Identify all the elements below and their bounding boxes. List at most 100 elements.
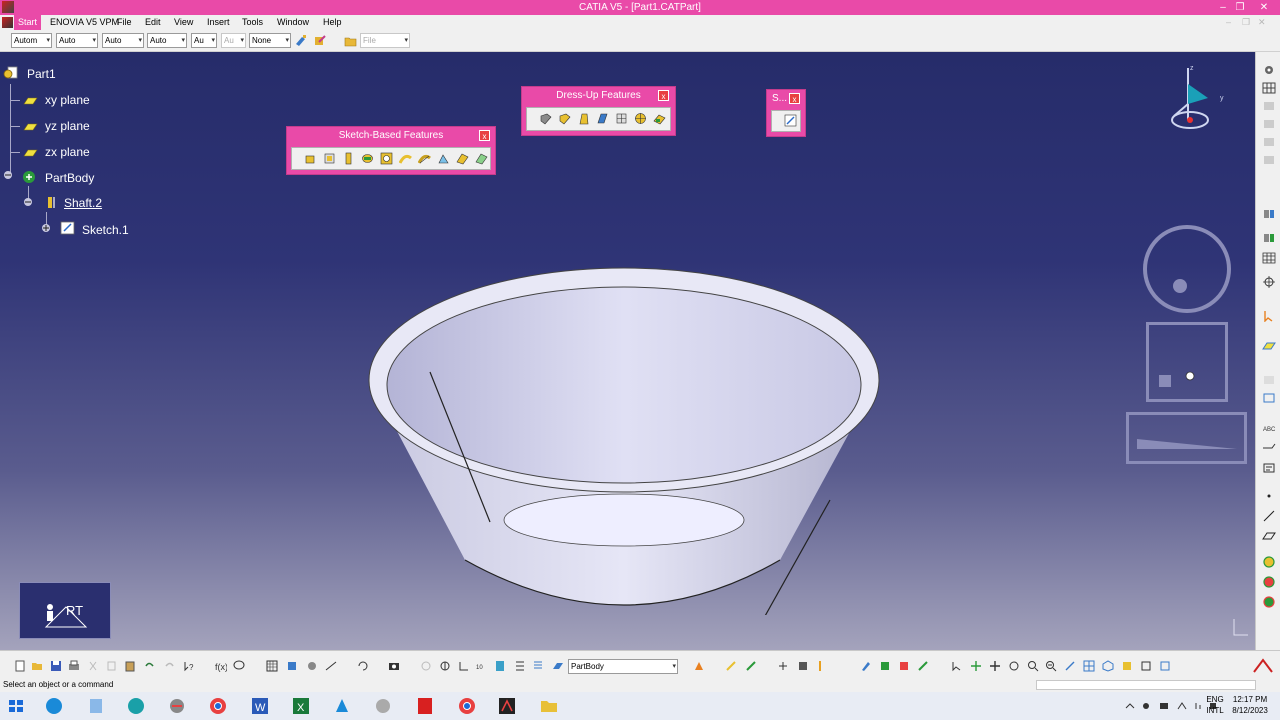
format-painter-icon[interactable] <box>294 34 308 48</box>
open-file-icon[interactable] <box>31 660 43 672</box>
hide-show-icon[interactable] <box>797 660 809 672</box>
text-icon[interactable] <box>1262 462 1276 474</box>
table-icon[interactable] <box>266 660 278 672</box>
menu-help[interactable]: Help <box>319 15 346 30</box>
whats-this-icon[interactable]: ? <box>183 660 195 672</box>
layer-combo[interactable]: None ▾ <box>249 33 291 48</box>
zoom-in-icon[interactable] <box>1027 660 1039 672</box>
menu-edit[interactable]: Edit <box>141 15 165 30</box>
camera-icon[interactable] <box>388 660 400 672</box>
fit-all-icon[interactable] <box>777 660 789 672</box>
publication-icon[interactable] <box>693 660 705 672</box>
snap-icon[interactable] <box>1262 276 1276 288</box>
doc-close-button[interactable]: ✕ <box>1258 15 1266 30</box>
shading-icon[interactable] <box>1121 660 1133 672</box>
grid-sheet-icon[interactable] <box>514 660 526 672</box>
expand-icon[interactable] <box>41 223 51 233</box>
normal-view-icon[interactable] <box>1064 660 1076 672</box>
sphere-icon[interactable] <box>1262 556 1276 568</box>
axis-icon[interactable] <box>458 660 470 672</box>
catia-taskbar-icon[interactable] <box>497 696 517 716</box>
plane-tool-icon[interactable] <box>1262 340 1276 352</box>
menu-insert[interactable]: Insert <box>203 15 234 30</box>
pad-icon[interactable] <box>304 152 317 165</box>
close-icon[interactable]: x <box>658 90 669 101</box>
save-icon[interactable] <box>50 660 62 672</box>
pan-icon[interactable] <box>989 660 1001 672</box>
menu-start[interactable]: Start <box>14 15 42 30</box>
tree-yz-plane[interactable]: yz plane <box>45 119 90 133</box>
constraint-icon[interactable] <box>1262 208 1276 220</box>
stiffener-icon[interactable] <box>437 152 450 165</box>
print-icon[interactable] <box>68 660 80 672</box>
chrome-icon[interactable] <box>208 696 228 716</box>
sketcher-icon[interactable] <box>725 660 737 672</box>
3d-part-model[interactable] <box>360 260 890 615</box>
sketch-based-features-panel[interactable]: Sketch-Based Features x <box>286 126 496 175</box>
edge-browser-icon[interactable] <box>44 696 64 716</box>
plane-outline-icon[interactable] <box>1262 530 1276 542</box>
tree-partbody[interactable]: PartBody <box>45 171 94 185</box>
slot-icon[interactable] <box>418 152 431 165</box>
groove-icon[interactable] <box>361 152 374 165</box>
doc-restore-button[interactable]: ❐ <box>1242 15 1250 30</box>
constraint-icon[interactable] <box>1262 232 1276 244</box>
keyboard-language[interactable]: ENG INTL <box>1204 694 1226 716</box>
pan-nav-control[interactable] <box>1146 322 1228 402</box>
numeric-icon[interactable]: 10 <box>476 660 488 672</box>
paste-icon[interactable] <box>124 660 136 672</box>
point-icon[interactable] <box>1262 490 1276 502</box>
restore-button[interactable]: ❐ <box>1231 0 1249 15</box>
3d-viewport[interactable]: Part1 xy plane yz plane zx plane PartBod… <box>0 52 1255 650</box>
new-file-icon[interactable] <box>14 660 26 672</box>
catia-app-icon[interactable] <box>167 696 187 716</box>
graphic-properties-icon[interactable] <box>313 34 327 48</box>
hide-icon[interactable] <box>1140 660 1152 672</box>
thickness-icon[interactable] <box>615 112 628 125</box>
folder-icon[interactable] <box>539 696 559 716</box>
list-icon[interactable] <box>532 660 544 672</box>
doc-minimize-button[interactable]: – <box>1226 15 1231 30</box>
sketch-tool-icon[interactable] <box>784 114 797 127</box>
minimize-button[interactable]: – <box>1214 0 1232 15</box>
tree-shaft2[interactable]: Shaft.2 <box>64 196 102 210</box>
fit-icon[interactable] <box>970 660 982 672</box>
knowledge-icon[interactable] <box>745 660 757 672</box>
pen-tool-icon[interactable] <box>860 660 872 672</box>
update-icon[interactable] <box>357 660 369 672</box>
chrome-icon[interactable] <box>457 696 477 716</box>
close-icon[interactable]: x <box>479 130 490 141</box>
grid-icon[interactable] <box>1262 82 1276 94</box>
sheet-icon[interactable] <box>494 660 506 672</box>
rotate-nav-control[interactable] <box>1143 225 1231 313</box>
catalog-icon[interactable] <box>286 660 298 672</box>
tree-xy-plane[interactable]: xy plane <box>45 93 90 107</box>
line-thickness-combo[interactable]: Auto ▾ <box>102 33 144 48</box>
tree-part1[interactable]: Part1 <box>27 67 56 81</box>
line-icon[interactable] <box>1262 510 1276 522</box>
boolean-icon[interactable] <box>1262 576 1276 588</box>
line-type-combo[interactable]: Auto ▾ <box>147 33 187 48</box>
swap-visible-icon[interactable] <box>814 660 826 672</box>
compass-icon[interactable]: z y <box>1162 62 1234 134</box>
sketcher-panel[interactable]: S... x <box>766 89 806 137</box>
tree-zx-plane[interactable]: zx plane <box>45 145 90 159</box>
color-combo[interactable]: Autom ▾ <box>11 33 52 48</box>
transparency-combo[interactable]: Auto ▾ <box>56 33 98 48</box>
close-icon[interactable]: x <box>789 93 800 104</box>
collapse-icon[interactable] <box>23 197 33 207</box>
swap-space-icon[interactable] <box>1159 660 1171 672</box>
app-menu-icon[interactable] <box>2 17 13 28</box>
edge-icon[interactable] <box>126 696 146 716</box>
rotate-icon[interactable] <box>439 660 451 672</box>
shaft-tool-icon[interactable] <box>342 152 355 165</box>
draft-icon[interactable] <box>577 112 590 125</box>
dress-up-features-panel[interactable]: Dress-Up Features x <box>521 86 676 136</box>
paint-icon[interactable] <box>898 660 910 672</box>
part-icon[interactable] <box>2 66 18 80</box>
point-type-combo[interactable]: Au ▾ <box>191 33 217 48</box>
menu-file[interactable]: File <box>113 15 136 30</box>
menu-enovia[interactable]: ENOVIA V5 VPM <box>46 15 123 30</box>
settings-gear-icon[interactable] <box>1262 64 1276 76</box>
removed-multi-sections-icon[interactable] <box>475 152 488 165</box>
